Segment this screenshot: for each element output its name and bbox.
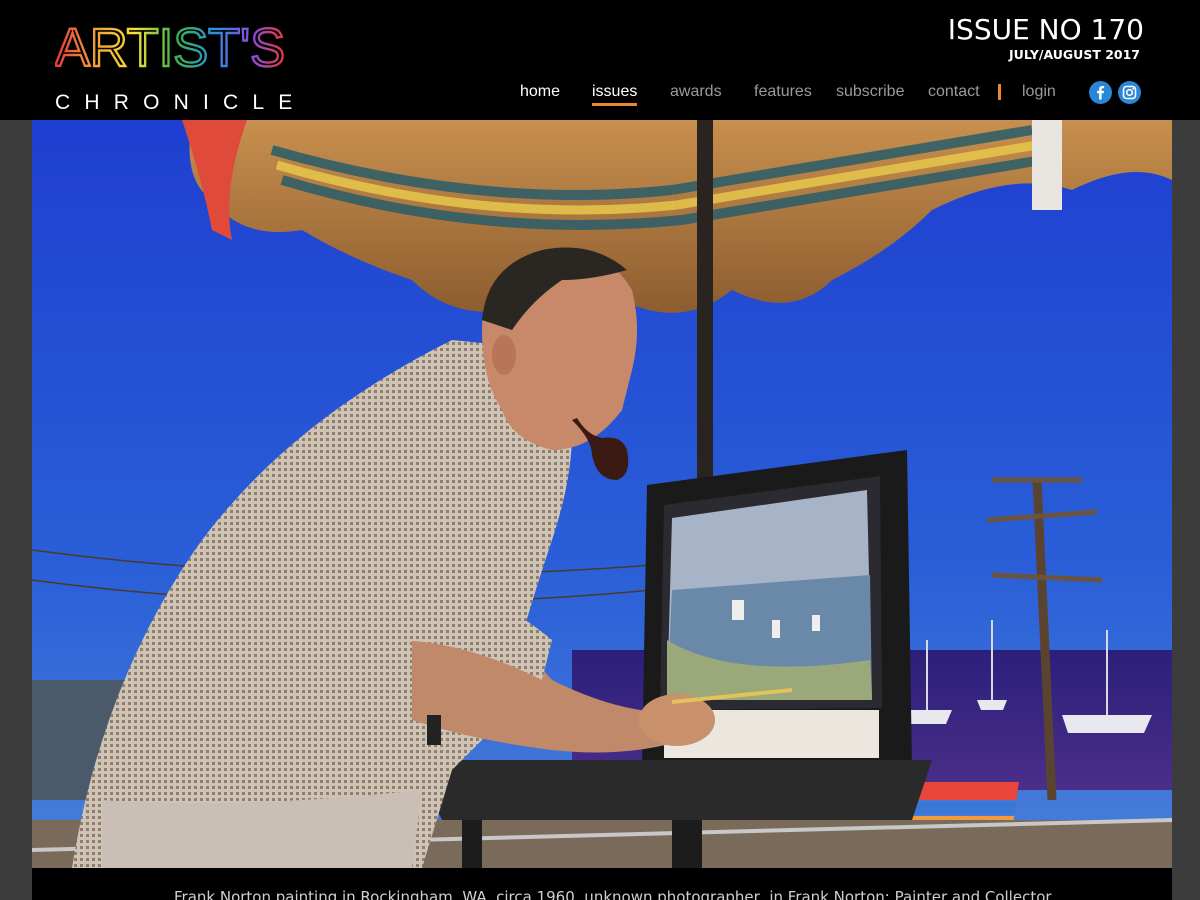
photo-caption-bar: Frank Norton painting in Rockingham, WA,… <box>32 868 1172 900</box>
logo-subtitle: CHRONICLE <box>55 91 307 114</box>
issue-number: ISSUE NO 170 <box>947 13 1144 46</box>
facebook-icon[interactable] <box>1089 81 1112 104</box>
nav-active-underline <box>592 103 638 106</box>
photo-caption: Frank Norton painting in Rockingham, WA,… <box>174 888 1052 900</box>
nav-features[interactable]: features <box>754 82 812 102</box>
issue-date: JULY/AUGUST 2017 <box>1009 47 1140 62</box>
nav-login[interactable]: login <box>1022 82 1056 102</box>
site-header: ARTIST'S CHRONICLE ISSUE NO 170 JULY/AUG… <box>0 0 1200 120</box>
nav-separator <box>998 84 1001 100</box>
instagram-glyph <box>1122 85 1137 100</box>
nav-issues[interactable]: issues <box>592 82 638 106</box>
hero-photo-illustration <box>32 120 1172 868</box>
nav-home[interactable]: home <box>520 82 560 102</box>
hero-photo <box>32 120 1172 868</box>
nav-issues-label: issues <box>592 83 638 100</box>
site-logo[interactable]: ARTIST'S CHRONICLE <box>55 16 292 113</box>
nav-awards[interactable]: awards <box>670 82 722 102</box>
logo-title-svg: ARTIST'S <box>55 17 286 72</box>
nav-subscribe[interactable]: subscribe <box>836 82 904 102</box>
facebook-glyph <box>1097 86 1105 100</box>
nav-contact[interactable]: contact <box>928 82 980 102</box>
logo-title-text: ARTIST'S <box>55 18 285 72</box>
instagram-icon[interactable] <box>1118 81 1141 104</box>
